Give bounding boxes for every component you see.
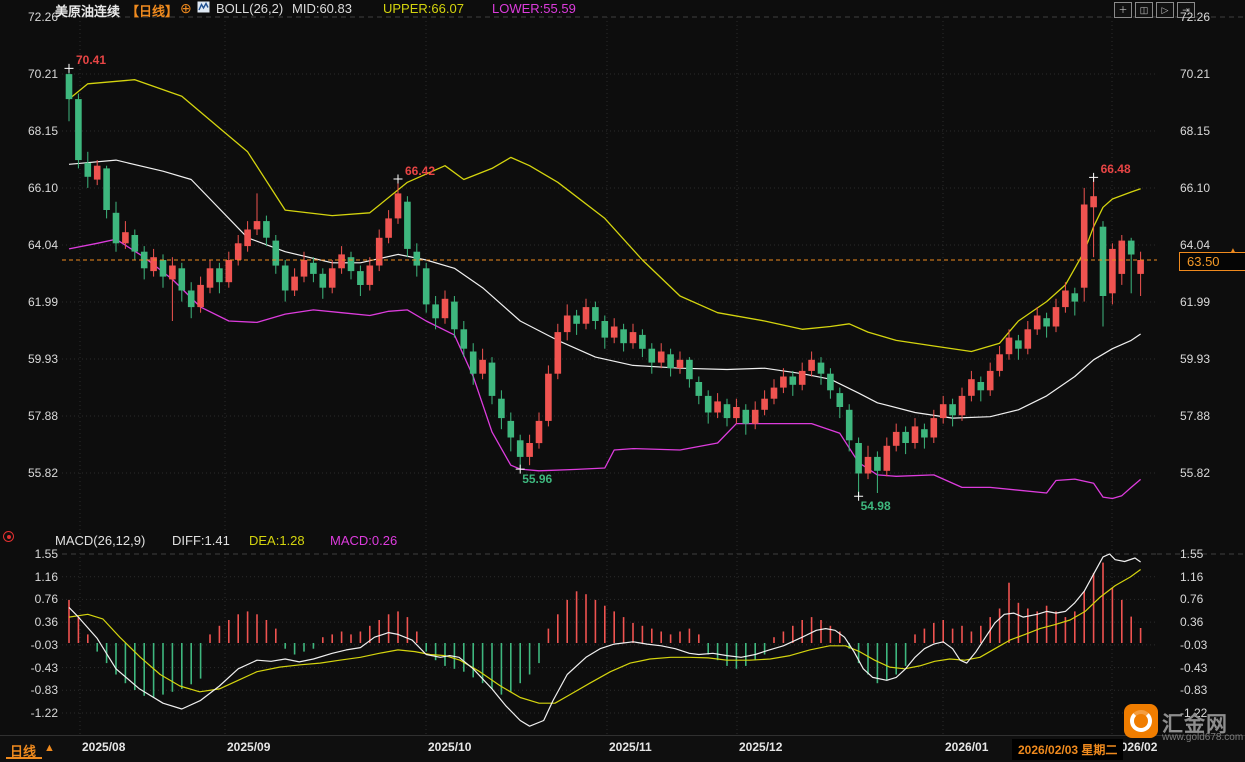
boll-indicator-label[interactable]: BOLL(26,2)	[216, 1, 283, 16]
axis-label: 70.21	[1180, 67, 1211, 81]
crosshair-icon[interactable]: ＋	[1114, 2, 1132, 18]
boll-lower-value: LOWER:55.59	[492, 1, 576, 16]
time-axis-month-label: 2025/08	[82, 740, 126, 754]
time-axis-month-label: 2025/09	[227, 740, 271, 754]
axis-label: 72.26	[1180, 10, 1211, 24]
axis-label: 61.99	[27, 295, 58, 309]
axis-label: 59.93	[27, 352, 58, 366]
axis-label: -0.43	[30, 660, 58, 675]
axis-label: 1.55	[1180, 547, 1204, 561]
period-dropdown-arrow-icon[interactable]: ▲	[44, 742, 55, 754]
macd-dea-value: DEA:1.28	[249, 533, 305, 548]
chart-header: 美原油连续 【日线】 ⊕ BOLL(26,2) MID:60.83 UPPER:…	[0, 0, 1245, 20]
axis-label: 66.10	[27, 181, 58, 195]
axis-label: 70.21	[27, 67, 58, 81]
axis-label: 59.93	[1180, 352, 1211, 366]
time-axis-month-label: 2025/11	[609, 740, 652, 754]
macd-indicator-label[interactable]: MACD(26,12,9)	[55, 533, 145, 548]
axis-label: 61.99	[1180, 295, 1211, 309]
axis-label: 1.16	[1180, 569, 1204, 584]
axis-label: 1.16	[34, 569, 58, 584]
axis-label: -0.03	[1180, 637, 1208, 652]
macd-header: MACD(26,12,9) DIFF:1.41 DEA:1.28 MACD:0.…	[0, 533, 1245, 548]
axis-label: 0.36	[34, 615, 58, 630]
axis-label: -0.83	[1180, 683, 1208, 698]
macd-macd-value: MACD:0.26	[330, 533, 398, 548]
time-axis-month-label: 2025/12	[739, 740, 783, 754]
watermark: 汇金网 www.gold678.com	[1124, 704, 1244, 750]
axis-label: 0.76	[34, 592, 58, 607]
swing-high-label: 66.42	[405, 163, 436, 178]
crosshair-date-box: 2026/02/03 星期二	[1012, 739, 1124, 760]
time-axis-month-label: 2025/10	[428, 740, 472, 754]
indicator-play-icon[interactable]: ▷	[1156, 2, 1174, 18]
boll-mid-value: MID:60.83	[292, 1, 352, 16]
axis-label: 0.36	[1180, 615, 1204, 630]
axis-label: 68.15	[27, 124, 58, 138]
axis-label: -0.03	[30, 637, 58, 652]
candlestick-chart-canvas[interactable]	[0, 0, 1245, 762]
macd-diff-value: DIFF:1.41	[172, 533, 230, 548]
axis-label: -0.83	[30, 683, 58, 698]
axis-label: -1.22	[30, 706, 58, 720]
axis-label: 68.15	[1180, 124, 1211, 138]
swing-high-label: 66.48	[1100, 162, 1131, 177]
swing-low-label: 54.98	[860, 499, 891, 514]
axis-label: 55.82	[1180, 466, 1211, 480]
symbol-name[interactable]: 美原油连续	[55, 1, 120, 20]
period-tag[interactable]: 【日线】	[126, 1, 178, 20]
trading-app-screen: 美原油连续 【日线】 ⊕ BOLL(26,2) MID:60.83 UPPER:…	[0, 0, 1245, 762]
site-logo-icon	[1124, 704, 1158, 738]
axis-label: 64.04	[27, 238, 58, 252]
boll-upper-value: UPPER:66.07	[383, 1, 464, 16]
axis-label: 64.04	[1180, 238, 1211, 252]
time-axis-month-label: 2026/01	[945, 740, 989, 754]
axis-label: 57.88	[1180, 409, 1211, 423]
axis-label: 1.55	[34, 547, 58, 561]
axis-label: 72.26	[27, 10, 58, 24]
axis-label: -0.43	[1180, 660, 1208, 675]
add-indicator-icon[interactable]: ⊕	[180, 0, 192, 17]
axis-label: 0.76	[1180, 592, 1204, 607]
axis-label: 66.10	[1180, 181, 1211, 195]
period-active-underline	[6, 757, 42, 759]
swing-high-label: 70.41	[76, 53, 107, 68]
axis-label: 55.82	[27, 466, 58, 480]
swing-low-label: 55.96	[522, 472, 553, 487]
watermark-site-url: www.gold678.com	[1162, 732, 1244, 743]
pane-layout-icon[interactable]: ◫	[1135, 2, 1153, 18]
axis-label: 57.88	[27, 409, 58, 423]
last-price-tag[interactable]: 63.50	[1179, 252, 1245, 271]
